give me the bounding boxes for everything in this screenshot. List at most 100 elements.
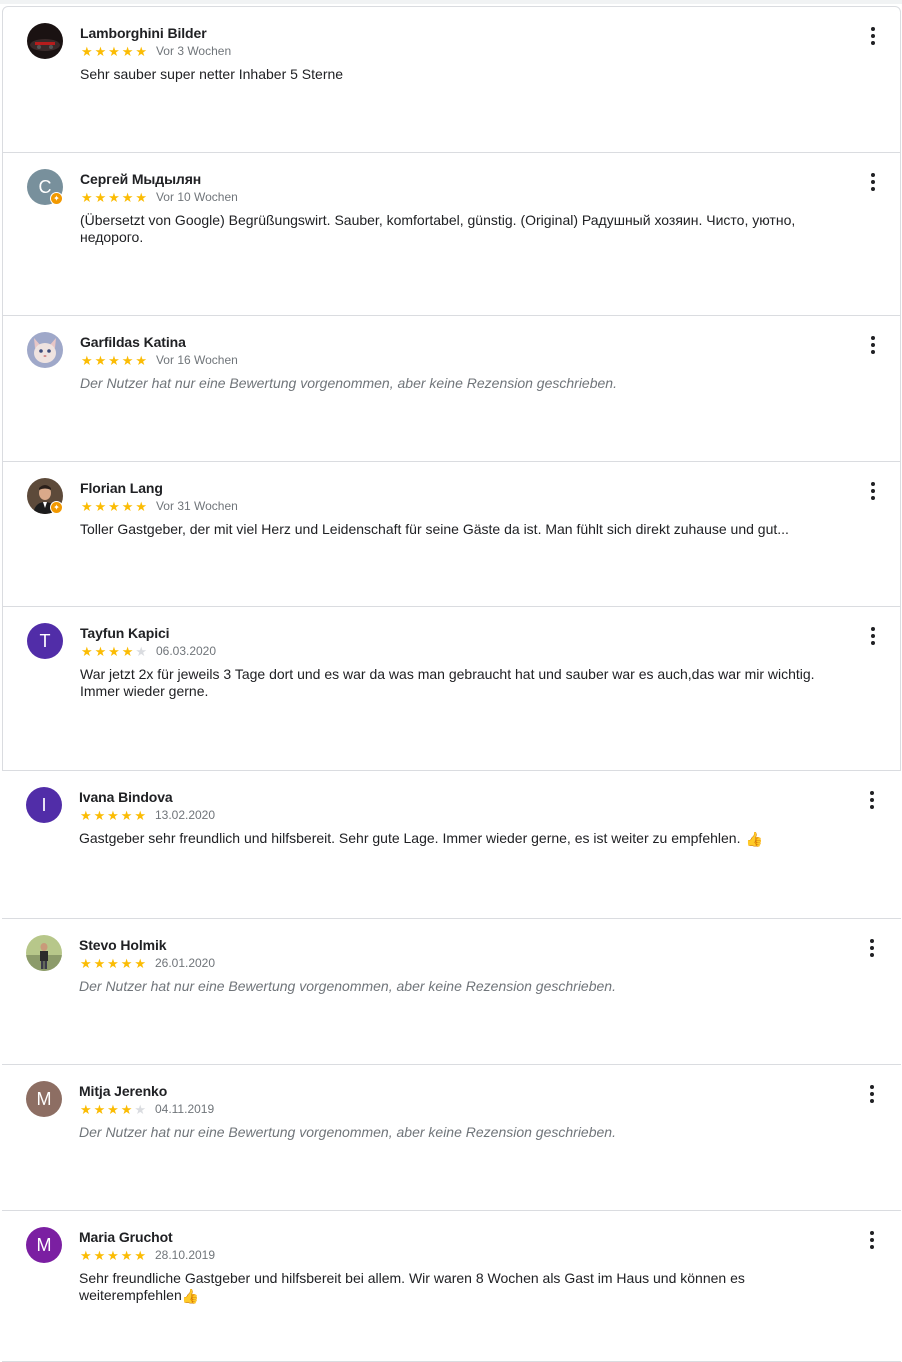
review-text: (Übersetzt von Google) Begrüßungswirt. S… <box>80 212 796 245</box>
star-filled-icon: ★ <box>79 1247 92 1263</box>
star-filled-icon: ★ <box>121 43 134 59</box>
more-vert-icon[interactable] <box>864 171 882 193</box>
star-rating: ★ ★ ★ ★ ★ <box>80 191 148 204</box>
reviewer-name[interactable]: Tayfun Kapici <box>80 625 170 641</box>
review-text: Sehr freundliche Gastgeber und hilfsbere… <box>79 1270 745 1304</box>
reviewer-name[interactable]: Mitja Jerenko <box>79 1083 167 1099</box>
menu-dot <box>871 343 875 347</box>
menu-dot <box>870 946 874 950</box>
star-filled-icon: ★ <box>94 43 107 59</box>
review-text: Toller Gastgeber, der mit viel Herz und … <box>80 521 789 537</box>
star-rating: ★ ★ ★ ★ ★ <box>80 354 148 367</box>
star-filled-icon: ★ <box>107 1101 119 1117</box>
star-filled-icon: ★ <box>80 352 93 368</box>
menu-dot <box>870 939 874 943</box>
menu-dot <box>870 805 874 809</box>
star-filled-icon: ★ <box>93 807 106 823</box>
reviewer-name[interactable]: Stevo Holmik <box>79 937 167 953</box>
star-filled-icon: ★ <box>107 1247 119 1263</box>
star-filled-icon: ★ <box>121 498 134 514</box>
reviewer-avatar[interactable] <box>27 23 63 59</box>
review-card: T Tayfun Kapici ★ ★ ★ ★ ★ 06.03.2020 War jetzt 2… <box>2 607 901 771</box>
reviewer-avatar[interactable] <box>27 332 63 368</box>
star-filled-icon: ★ <box>93 955 106 971</box>
menu-dot <box>871 496 875 500</box>
review-card: M Maria Gruchot ★ ★ ★ ★ ★ 28.10.2019 Sehr freund… <box>2 1211 901 1362</box>
reviewer-avatar[interactable]: M <box>26 1227 62 1263</box>
star-filled-icon: ★ <box>108 498 120 514</box>
star-empty-icon: ★ <box>134 1101 146 1117</box>
review-meta: ★ ★ ★ ★ ★ Vor 16 Wochen <box>80 353 238 367</box>
star-filled-icon: ★ <box>108 352 120 368</box>
star-filled-icon: ★ <box>108 43 120 59</box>
reviewer-name[interactable]: Сергей Мыдылян <box>80 171 201 187</box>
star-filled-icon: ★ <box>108 189 120 205</box>
star-filled-icon: ★ <box>107 955 119 971</box>
no-review-text: Der Nutzer hat nur eine Bewertung vorgen… <box>79 978 616 994</box>
review-date: 13.02.2020 <box>154 808 216 822</box>
reviewer-name[interactable]: Garfildas Katina <box>80 334 186 350</box>
review-text: Gastgeber sehr freundlich und hilfsberei… <box>79 830 763 847</box>
menu-dot <box>871 180 875 184</box>
more-vert-icon[interactable] <box>863 1229 881 1251</box>
menu-dot <box>871 627 875 631</box>
reviewer-name[interactable]: Lamborghini Bilder <box>80 25 207 41</box>
menu-dot <box>871 641 875 645</box>
reviewer-avatar[interactable] <box>26 935 62 971</box>
reviewer-avatar[interactable]: I <box>26 787 62 823</box>
more-vert-icon[interactable] <box>864 334 882 356</box>
more-vert-icon[interactable] <box>863 937 881 959</box>
star-filled-icon: ★ <box>120 1101 133 1117</box>
star-rating: ★ ★ ★ ★ ★ <box>80 45 148 58</box>
review-meta: ★ ★ ★ ★ ★ 26.01.2020 <box>79 956 215 970</box>
local-guide-badge-icon: ✦ <box>50 501 63 514</box>
star-rating: ★ ★ ★ ★ ★ <box>79 957 147 970</box>
review-card: Lamborghini Bilder ★ ★ ★ ★ ★ Vor 3 Wochen Sehr … <box>2 6 901 153</box>
avatar-letter: M <box>36 1088 52 1109</box>
review-meta: ★ ★ ★ ★ ★ 06.03.2020 <box>80 644 216 658</box>
star-rating: ★ ★ ★ ★ ★ <box>80 645 148 658</box>
menu-dot <box>871 34 875 38</box>
avatar-letter: M <box>36 1234 52 1255</box>
more-vert-icon[interactable] <box>864 480 882 502</box>
star-rating: ★ ★ ★ ★ ★ <box>80 500 148 513</box>
star-filled-icon: ★ <box>80 643 93 659</box>
review-date: 06.03.2020 <box>155 644 217 658</box>
reviewer-avatar[interactable]: T <box>27 623 63 659</box>
star-filled-icon: ★ <box>80 189 93 205</box>
review-date: 26.01.2020 <box>154 956 216 970</box>
person-outdoor-photo <box>26 935 62 971</box>
star-filled-icon: ★ <box>108 643 120 659</box>
star-filled-icon: ★ <box>94 189 107 205</box>
menu-dot <box>870 1238 874 1242</box>
star-filled-icon: ★ <box>79 807 92 823</box>
more-vert-icon[interactable] <box>863 789 881 811</box>
more-vert-icon[interactable] <box>864 625 882 647</box>
more-vert-icon[interactable] <box>863 1083 881 1105</box>
star-filled-icon: ★ <box>135 498 147 514</box>
review-meta: ★ ★ ★ ★ ★ Vor 31 Wochen <box>80 499 238 513</box>
review-date: Vor 16 Wochen <box>155 353 238 367</box>
reviewer-name[interactable]: Maria Gruchot <box>79 1229 173 1245</box>
star-filled-icon: ★ <box>94 498 107 514</box>
star-filled-icon: ★ <box>94 643 107 659</box>
star-filled-icon: ★ <box>120 807 133 823</box>
avatar-letter: T <box>39 630 51 651</box>
review-list: Lamborghini Bilder ★ ★ ★ ★ ★ Vor 3 Wochen Sehr … <box>2 6 901 1362</box>
review-date: Vor 10 Wochen <box>155 190 238 204</box>
reviewer-avatar[interactable]: M <box>26 1081 62 1117</box>
menu-dot <box>870 953 874 957</box>
review-date: Vor 3 Wochen <box>155 44 232 58</box>
star-filled-icon: ★ <box>134 1247 146 1263</box>
star-filled-icon: ★ <box>121 352 134 368</box>
reviewer-name[interactable]: Ivana Bindova <box>79 789 173 805</box>
star-filled-icon: ★ <box>134 955 146 971</box>
review-meta: ★ ★ ★ ★ ★ Vor 3 Wochen <box>80 44 231 58</box>
menu-dot <box>870 798 874 802</box>
review-date: 04.11.2019 <box>154 1102 215 1116</box>
reviewer-name[interactable]: Florian Lang <box>80 480 163 496</box>
review-meta: ★ ★ ★ ★ ★ 04.11.2019 <box>79 1102 214 1116</box>
review-date: 28.10.2019 <box>154 1248 216 1262</box>
avatar-letter: С <box>38 176 52 197</box>
more-vert-icon[interactable] <box>864 25 882 47</box>
